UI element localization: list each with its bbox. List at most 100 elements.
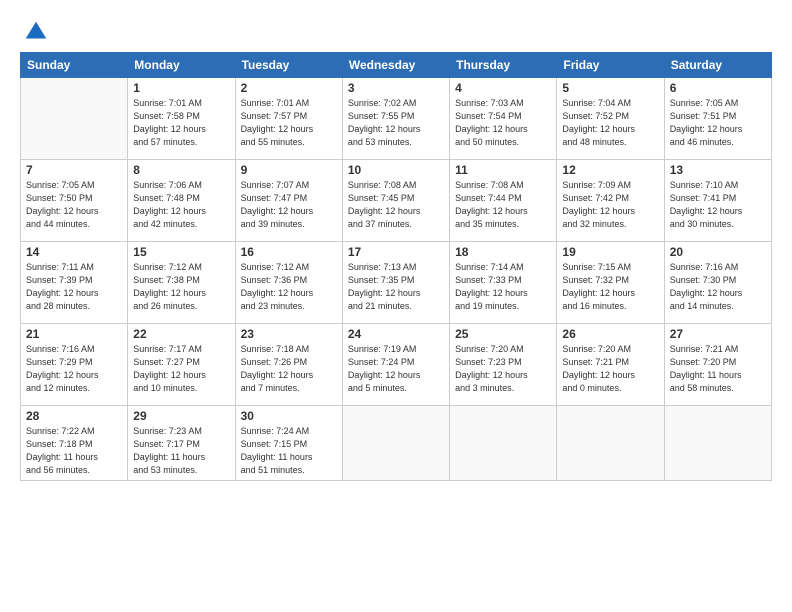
calendar-cell: 18Sunrise: 7:14 AM Sunset: 7:33 PM Dayli… xyxy=(450,242,557,324)
day-number: 10 xyxy=(348,163,444,177)
calendar-cell: 9Sunrise: 7:07 AM Sunset: 7:47 PM Daylig… xyxy=(235,160,342,242)
calendar-cell: 11 Sunrise: 7:08 AM Sunset: 7:44 PM Dayli… xyxy=(450,160,557,242)
calendar-cell: 28 Sunrise: 7:22 AM Sunset: 7:18 PM Dayli… xyxy=(21,406,128,481)
day-number: 29 xyxy=(133,409,229,423)
calendar-cell xyxy=(450,406,557,481)
calendar-cell: 26 Sunrise: 7:20 AM Sunset: 7:21 PM Dayli… xyxy=(557,324,664,406)
day-number: 16 xyxy=(241,245,337,259)
day-info: Sunrise: 7:10 AM Sunset: 7:41 PM Dayligh… xyxy=(670,179,766,231)
weekday-header: Sunday xyxy=(21,53,128,78)
calendar-cell: 14Sunrise: 7:11 AM Sunset: 7:39 PM Dayli… xyxy=(21,242,128,324)
calendar-cell: 12 Sunrise: 7:09 AM Sunset: 7:42 PM Dayli… xyxy=(557,160,664,242)
calendar-cell: 20 Sunrise: 7:16 AM Sunset: 7:30 PM Dayli… xyxy=(664,242,771,324)
day-info: Sunrise: 7:06 AM Sunset: 7:48 PM Dayligh… xyxy=(133,179,229,231)
calendar-cell xyxy=(342,406,449,481)
day-number: 6 xyxy=(670,81,766,95)
day-info: Sunrise: 7:01 AM Sunset: 7:58 PM Dayligh… xyxy=(133,97,229,149)
day-info: Sunrise: 7:03 AM Sunset: 7:54 PM Dayligh… xyxy=(455,97,551,149)
day-info: Sunrise: 7:21 AM Sunset: 7:20 PM Dayligh… xyxy=(670,343,766,395)
calendar-cell xyxy=(664,406,771,481)
day-number: 26 xyxy=(562,327,658,341)
logo xyxy=(20,18,50,42)
calendar-cell: 2 Sunrise: 7:01 AM Sunset: 7:57 PM Daylig… xyxy=(235,78,342,160)
calendar-cell xyxy=(557,406,664,481)
day-info: Sunrise: 7:16 AM Sunset: 7:29 PM Dayligh… xyxy=(26,343,122,395)
day-number: 8 xyxy=(133,163,229,177)
calendar-cell: 17 Sunrise: 7:13 AM Sunset: 7:35 PM Dayli… xyxy=(342,242,449,324)
calendar-cell: 19 Sunrise: 7:15 AM Sunset: 7:32 PM Dayli… xyxy=(557,242,664,324)
day-number: 7 xyxy=(26,163,122,177)
calendar-cell: 27 Sunrise: 7:21 AM Sunset: 7:20 PM Dayli… xyxy=(664,324,771,406)
day-info: Sunrise: 7:04 AM Sunset: 7:52 PM Dayligh… xyxy=(562,97,658,149)
day-info: Sunrise: 7:12 AM Sunset: 7:38 PM Dayligh… xyxy=(133,261,229,313)
calendar: SundayMondayTuesdayWednesdayThursdayFrid… xyxy=(20,52,772,481)
day-info: Sunrise: 7:13 AM Sunset: 7:35 PM Dayligh… xyxy=(348,261,444,313)
calendar-cell: 3 Sunrise: 7:02 AM Sunset: 7:55 PM Daylig… xyxy=(342,78,449,160)
calendar-cell: 30Sunrise: 7:24 AM Sunset: 7:15 PM Dayli… xyxy=(235,406,342,481)
day-number: 1 xyxy=(133,81,229,95)
day-number: 19 xyxy=(562,245,658,259)
day-info: Sunrise: 7:15 AM Sunset: 7:32 PM Dayligh… xyxy=(562,261,658,313)
day-number: 2 xyxy=(241,81,337,95)
calendar-cell: 22 Sunrise: 7:17 AM Sunset: 7:27 PM Dayli… xyxy=(128,324,235,406)
day-info: Sunrise: 7:08 AM Sunset: 7:44 PM Dayligh… xyxy=(455,179,551,231)
calendar-cell: 1 Sunrise: 7:01 AM Sunset: 7:58 PM Daylig… xyxy=(128,78,235,160)
day-number: 25 xyxy=(455,327,551,341)
day-number: 30 xyxy=(241,409,337,423)
day-number: 12 xyxy=(562,163,658,177)
calendar-week-row: 21 Sunrise: 7:16 AM Sunset: 7:29 PM Dayli… xyxy=(21,324,772,406)
day-info: Sunrise: 7:20 AM Sunset: 7:23 PM Dayligh… xyxy=(455,343,551,395)
day-info: Sunrise: 7:19 AM Sunset: 7:24 PM Dayligh… xyxy=(348,343,444,395)
calendar-week-row: 14Sunrise: 7:11 AM Sunset: 7:39 PM Dayli… xyxy=(21,242,772,324)
weekday-header: Monday xyxy=(128,53,235,78)
logo-text xyxy=(20,18,50,46)
day-info: Sunrise: 7:05 AM Sunset: 7:51 PM Dayligh… xyxy=(670,97,766,149)
weekday-header: Thursday xyxy=(450,53,557,78)
page: SundayMondayTuesdayWednesdayThursdayFrid… xyxy=(0,0,792,612)
day-info: Sunrise: 7:09 AM Sunset: 7:42 PM Dayligh… xyxy=(562,179,658,231)
day-info: Sunrise: 7:22 AM Sunset: 7:18 PM Dayligh… xyxy=(26,425,122,477)
calendar-cell: 21 Sunrise: 7:16 AM Sunset: 7:29 PM Dayli… xyxy=(21,324,128,406)
calendar-cell xyxy=(21,78,128,160)
day-info: Sunrise: 7:02 AM Sunset: 7:55 PM Dayligh… xyxy=(348,97,444,149)
calendar-cell: 16Sunrise: 7:12 AM Sunset: 7:36 PM Dayli… xyxy=(235,242,342,324)
weekday-header: Wednesday xyxy=(342,53,449,78)
weekday-header: Friday xyxy=(557,53,664,78)
day-number: 3 xyxy=(348,81,444,95)
calendar-cell: 4Sunrise: 7:03 AM Sunset: 7:54 PM Daylig… xyxy=(450,78,557,160)
day-number: 17 xyxy=(348,245,444,259)
day-number: 9 xyxy=(241,163,337,177)
day-number: 28 xyxy=(26,409,122,423)
header xyxy=(20,18,772,42)
weekday-header: Saturday xyxy=(664,53,771,78)
day-info: Sunrise: 7:01 AM Sunset: 7:57 PM Dayligh… xyxy=(241,97,337,149)
calendar-cell: 5 Sunrise: 7:04 AM Sunset: 7:52 PM Daylig… xyxy=(557,78,664,160)
day-info: Sunrise: 7:18 AM Sunset: 7:26 PM Dayligh… xyxy=(241,343,337,395)
day-number: 13 xyxy=(670,163,766,177)
calendar-week-row: 1 Sunrise: 7:01 AM Sunset: 7:58 PM Daylig… xyxy=(21,78,772,160)
day-number: 21 xyxy=(26,327,122,341)
day-number: 5 xyxy=(562,81,658,95)
day-info: Sunrise: 7:23 AM Sunset: 7:17 PM Dayligh… xyxy=(133,425,229,477)
day-number: 15 xyxy=(133,245,229,259)
calendar-week-row: 7Sunrise: 7:05 AM Sunset: 7:50 PM Daylig… xyxy=(21,160,772,242)
weekday-header-row: SundayMondayTuesdayWednesdayThursdayFrid… xyxy=(21,53,772,78)
calendar-cell: 7Sunrise: 7:05 AM Sunset: 7:50 PM Daylig… xyxy=(21,160,128,242)
day-info: Sunrise: 7:16 AM Sunset: 7:30 PM Dayligh… xyxy=(670,261,766,313)
day-info: Sunrise: 7:20 AM Sunset: 7:21 PM Dayligh… xyxy=(562,343,658,395)
day-number: 24 xyxy=(348,327,444,341)
day-number: 22 xyxy=(133,327,229,341)
calendar-cell: 8 Sunrise: 7:06 AM Sunset: 7:48 PM Daylig… xyxy=(128,160,235,242)
calendar-cell: 25 Sunrise: 7:20 AM Sunset: 7:23 PM Dayli… xyxy=(450,324,557,406)
day-number: 27 xyxy=(670,327,766,341)
calendar-week-row: 28 Sunrise: 7:22 AM Sunset: 7:18 PM Dayli… xyxy=(21,406,772,481)
day-number: 11 xyxy=(455,163,551,177)
calendar-cell: 13 Sunrise: 7:10 AM Sunset: 7:41 PM Dayli… xyxy=(664,160,771,242)
day-info: Sunrise: 7:17 AM Sunset: 7:27 PM Dayligh… xyxy=(133,343,229,395)
day-number: 20 xyxy=(670,245,766,259)
day-number: 18 xyxy=(455,245,551,259)
day-info: Sunrise: 7:11 AM Sunset: 7:39 PM Dayligh… xyxy=(26,261,122,313)
calendar-cell: 23Sunrise: 7:18 AM Sunset: 7:26 PM Dayli… xyxy=(235,324,342,406)
calendar-cell: 29 Sunrise: 7:23 AM Sunset: 7:17 PM Dayli… xyxy=(128,406,235,481)
weekday-header: Tuesday xyxy=(235,53,342,78)
